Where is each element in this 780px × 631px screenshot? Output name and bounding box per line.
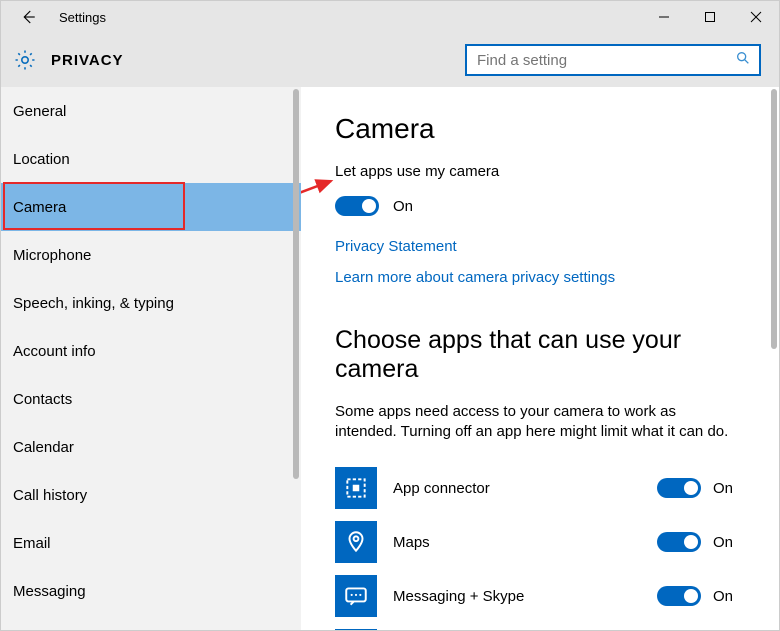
titlebar: Settings (1, 1, 779, 33)
page-title: Camera (335, 113, 737, 145)
sidebar-item-speech-inking-typing[interactable]: Speech, inking, & typing (1, 279, 301, 327)
page-category: PRIVACY (51, 52, 124, 69)
app-row: Microsoft EdgeOn (335, 623, 737, 631)
sidebar-item-general[interactable]: General (1, 87, 301, 135)
app-toggle-state: On (713, 534, 733, 551)
app-name: App connector (393, 480, 490, 497)
gear-icon (13, 48, 37, 72)
sidebar: GeneralLocationCameraMicrophoneSpeech, i… (1, 87, 301, 631)
app-row: App connector On (335, 461, 737, 515)
sidebar-item-calendar[interactable]: Calendar (1, 423, 301, 471)
app-name: Messaging + Skype (393, 588, 524, 605)
close-button[interactable] (733, 1, 779, 33)
app-toggle[interactable] (657, 586, 701, 606)
window-title: Settings (59, 10, 106, 25)
app-toggle[interactable] (657, 478, 701, 498)
app-toggle-state: On (713, 588, 733, 605)
content-pane: Camera Let apps use my camera On Privacy… (301, 87, 779, 631)
app-toggle[interactable] (657, 532, 701, 552)
apps-description: Some apps need access to your camera to … (335, 402, 735, 441)
back-button[interactable] (19, 8, 37, 26)
sidebar-item-account-info[interactable]: Account info (1, 327, 301, 375)
master-toggle-state: On (393, 198, 413, 215)
sidebar-item-contacts[interactable]: Contacts (1, 375, 301, 423)
search-box[interactable] (465, 44, 761, 76)
settings-window: Settings PRIVACY (0, 0, 780, 631)
sidebar-scrollbar[interactable] (283, 87, 299, 631)
messaging-icon (335, 575, 377, 617)
privacy-statement-link[interactable]: Privacy Statement (335, 238, 737, 255)
sidebar-item-messaging[interactable]: Messaging (1, 567, 301, 615)
content-scrollbar[interactable] (771, 89, 777, 349)
master-toggle-caption: Let apps use my camera (335, 163, 737, 180)
maximize-button[interactable] (687, 1, 733, 33)
app-toggle-state: On (713, 480, 733, 497)
app-row: Messaging + Skype On (335, 569, 737, 623)
header: PRIVACY (1, 33, 779, 87)
sidebar-item-call-history[interactable]: Call history (1, 471, 301, 519)
search-icon (735, 50, 751, 70)
learn-more-link[interactable]: Learn more about camera privacy settings (335, 269, 737, 286)
sidebar-item-email[interactable]: Email (1, 519, 301, 567)
sidebar-item-microphone[interactable]: Microphone (1, 231, 301, 279)
apps-heading: Choose apps that can use your camera (335, 326, 737, 384)
master-toggle[interactable] (335, 196, 379, 216)
search-input[interactable] (475, 51, 735, 70)
app-row: Maps On (335, 515, 737, 569)
connector-icon (335, 467, 377, 509)
sidebar-item-location[interactable]: Location (1, 135, 301, 183)
minimize-button[interactable] (641, 1, 687, 33)
app-name: Maps (393, 534, 430, 551)
sidebar-item-camera[interactable]: Camera (1, 183, 301, 231)
maps-icon (335, 521, 377, 563)
